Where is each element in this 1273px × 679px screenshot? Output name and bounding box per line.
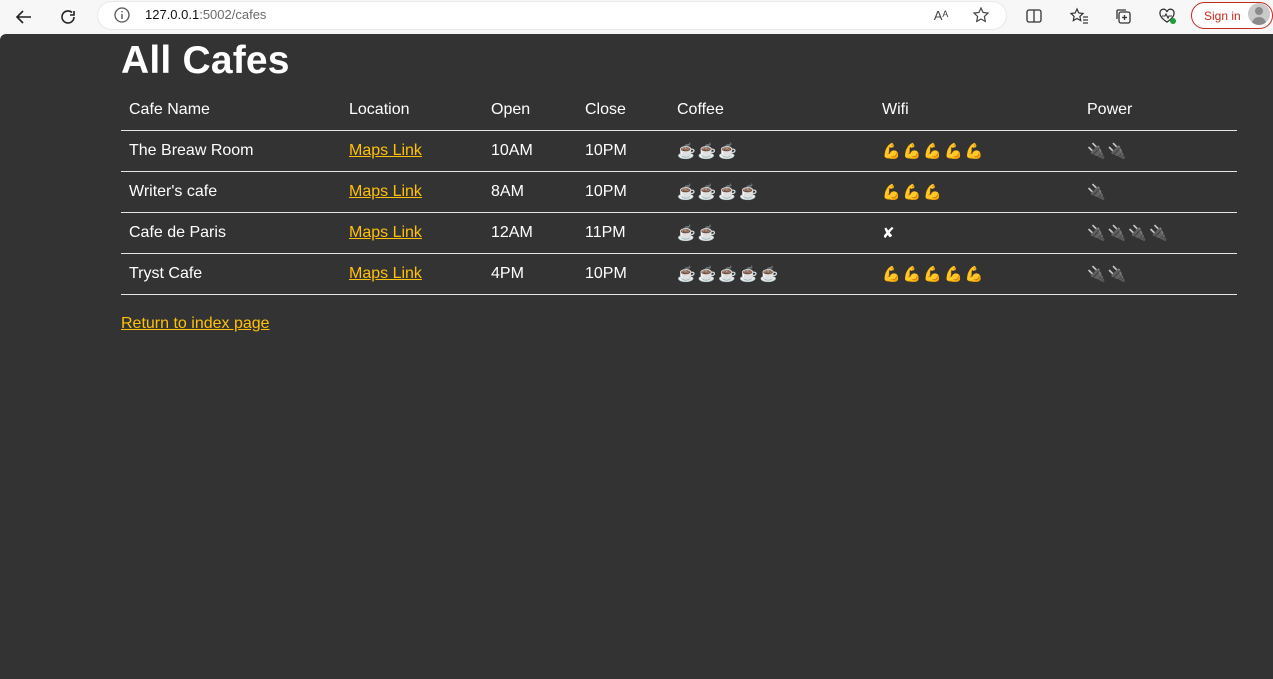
header-cafe-name: Cafe Name	[129, 100, 210, 118]
coffee-rating: ☕☕☕	[677, 142, 740, 160]
coffee-rating: ☕☕☕☕	[677, 183, 760, 201]
power-rating: 🔌🔌🔌🔌	[1087, 224, 1170, 242]
table-row: Cafe de Paris Maps Link 12AM 11PM ☕☕ ✘ 🔌…	[121, 212, 1237, 253]
cafe-name: Tryst Cafe	[129, 264, 203, 282]
wifi-rating: 💪💪💪💪💪	[882, 142, 986, 160]
power-rating: 🔌🔌	[1087, 265, 1129, 283]
url-text: 127.0.0.1:5002/cafes	[145, 7, 266, 22]
url-host: 127.0.0.1	[145, 7, 200, 22]
browser-toolbar: 127.0.0.1:5002/cafes Aᴬ Sign in	[0, 0, 1273, 34]
page-title: All Cafes	[121, 39, 290, 82]
coffee-rating: ☕☕	[677, 224, 719, 242]
split-screen-icon[interactable]	[1022, 4, 1046, 28]
header-location: Location	[349, 100, 410, 118]
browser-essentials-icon[interactable]	[1155, 4, 1179, 28]
collections-icon[interactable]	[1111, 4, 1135, 28]
back-arrow-icon[interactable]	[9, 2, 39, 32]
open-time: 8AM	[491, 182, 524, 200]
profile-avatar-icon[interactable]	[1248, 3, 1270, 25]
wifi-rating: 💪💪💪💪💪	[882, 265, 986, 283]
maps-link[interactable]: Maps Link	[349, 183, 422, 200]
header-wifi: Wifi	[882, 100, 909, 118]
address-bar[interactable]: 127.0.0.1:5002/cafes Aᴬ	[97, 1, 1007, 30]
add-favorite-star-icon[interactable]	[970, 4, 992, 26]
wifi-rating: ✘	[882, 224, 897, 242]
maps-link[interactable]: Maps Link	[349, 224, 422, 241]
close-time: 11PM	[585, 223, 626, 241]
header-open: Open	[491, 100, 531, 118]
close-time: 10PM	[585, 264, 627, 282]
info-icon[interactable]	[113, 6, 131, 24]
open-time: 4PM	[491, 264, 524, 282]
url-path: :5002/cafes	[199, 7, 267, 22]
close-time: 10PM	[585, 141, 627, 159]
table-header-row: Cafe Name Location Open Close Coffee Wif…	[121, 90, 1237, 130]
header-coffee: Coffee	[677, 100, 724, 118]
return-to-index-link[interactable]: Return to index page	[121, 315, 270, 333]
coffee-rating: ☕☕☕☕☕	[677, 265, 781, 283]
table-row: The Breaw Room Maps Link 10AM 10PM ☕☕☕ 💪…	[121, 130, 1237, 171]
maps-link[interactable]: Maps Link	[349, 265, 422, 282]
open-time: 10AM	[491, 141, 533, 159]
header-power: Power	[1087, 100, 1133, 118]
cafe-name: Writer's cafe	[129, 182, 218, 200]
power-rating: 🔌🔌	[1087, 142, 1129, 160]
header-close: Close	[585, 100, 626, 118]
open-time: 12AM	[491, 223, 533, 241]
sign-in-label: Sign in	[1204, 8, 1241, 23]
table-row: Writer's cafe Maps Link 8AM 10PM ☕☕☕☕ 💪💪…	[121, 171, 1237, 212]
reload-icon[interactable]	[53, 2, 83, 32]
cafe-name: Cafe de Paris	[129, 223, 226, 241]
table-row: Tryst Cafe Maps Link 4PM 10PM ☕☕☕☕☕ 💪💪💪💪…	[121, 253, 1237, 294]
page-content: All Cafes Cafe Name Location Open Close …	[0, 34, 1273, 679]
favorites-icon[interactable]	[1067, 4, 1091, 28]
close-time: 10PM	[585, 182, 627, 200]
read-aloud-icon[interactable]: Aᴬ	[930, 4, 952, 26]
power-rating: 🔌	[1087, 183, 1108, 201]
maps-link[interactable]: Maps Link	[349, 142, 422, 159]
cafes-table: Cafe Name Location Open Close Coffee Wif…	[121, 90, 1237, 295]
wifi-rating: 💪💪💪	[882, 183, 945, 201]
cafe-name: The Breaw Room	[129, 141, 254, 159]
